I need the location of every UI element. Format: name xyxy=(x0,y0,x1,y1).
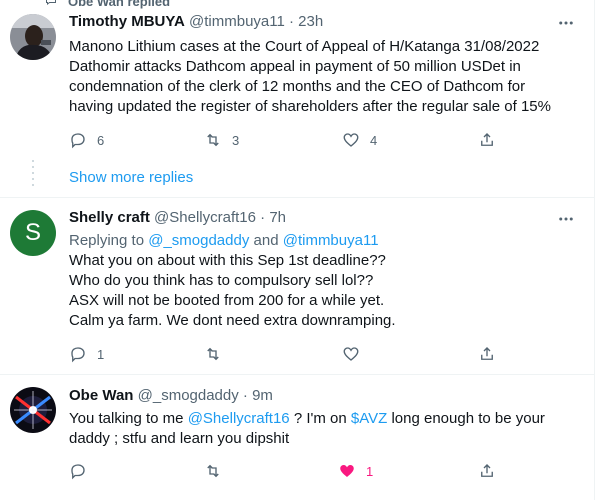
heart-icon xyxy=(343,347,359,361)
author-name[interactable]: Obe Wan xyxy=(69,387,133,404)
like-count: 4 xyxy=(370,132,378,148)
mention-link[interactable]: @Shellycraft16 xyxy=(188,410,290,427)
reply-button[interactable]: 6 xyxy=(69,130,104,150)
tweet-shelly[interactable]: S Shelly craft @Shellycraft16 · 7h Reply… xyxy=(0,198,594,374)
share-button[interactable] xyxy=(478,461,496,481)
tweet-line: Calm ya farm. We dont need extra downram… xyxy=(69,312,396,329)
reply-icon xyxy=(71,347,85,363)
like-button[interactable] xyxy=(342,344,360,364)
author-handle[interactable]: @timmbuya11 · 23h xyxy=(189,13,323,30)
retweet-button[interactable] xyxy=(204,344,222,364)
like-button[interactable]: 4 xyxy=(342,130,377,150)
avatar-shelly[interactable]: S xyxy=(10,210,56,256)
tweet-line: What you on about with this Sep 1st dead… xyxy=(69,252,386,269)
like-count: 1 xyxy=(366,463,374,479)
tweet-line: having updated the register of sharehold… xyxy=(69,98,551,115)
tweet-text: You talking to me @Shellycraft16 ? I'm o… xyxy=(69,409,579,449)
retweet-icon xyxy=(207,347,219,361)
author-handle[interactable]: @_smogdaddy · 9m xyxy=(138,387,273,404)
heart-icon xyxy=(343,133,359,147)
share-icon xyxy=(481,347,493,360)
avatar-timothy[interactable] xyxy=(10,14,56,60)
retweet-icon xyxy=(207,133,219,147)
tweet-text-segment: You talking to me xyxy=(69,410,188,427)
replying-to-label: Replying to xyxy=(69,232,149,249)
reply-button[interactable]: 1 xyxy=(69,344,104,364)
tweet-line: Dathomir attacks Dathcom appeal in payme… xyxy=(69,58,521,75)
tweet-line: You talking to me @Shellycraft16 ? I'm o… xyxy=(69,409,579,429)
mention-link[interactable]: @timmbuya11 xyxy=(283,232,379,249)
retweet-icon xyxy=(207,464,219,478)
heart-filled-icon xyxy=(340,465,354,477)
mention-link[interactable]: @_smogdaddy xyxy=(148,232,249,249)
share-button[interactable] xyxy=(478,344,496,364)
tweet-line: Manono Lithium cases at the Court of App… xyxy=(69,38,540,55)
author-name[interactable]: Timothy MBUYA xyxy=(69,13,185,30)
retweet-count: 3 xyxy=(232,132,240,148)
thread-connector-dots xyxy=(32,160,34,190)
reply-icon xyxy=(71,464,85,480)
share-icon xyxy=(481,464,493,477)
more-options-button[interactable] xyxy=(556,13,576,33)
more-icon xyxy=(559,217,573,221)
reply-count: 6 xyxy=(97,132,105,148)
timeline-right-border xyxy=(594,0,595,500)
avatar-letter: S xyxy=(24,219,41,246)
author-name[interactable]: Shelly craft xyxy=(69,209,150,226)
tweet-text: Manono Lithium cases at the Court of App… xyxy=(69,37,579,117)
tweet-text-segment: long enough to be your xyxy=(387,410,545,427)
reply-icon xyxy=(71,133,85,149)
share-button[interactable] xyxy=(478,130,496,150)
more-icon xyxy=(559,21,573,25)
retweet-button[interactable] xyxy=(204,461,222,481)
reply-count: 1 xyxy=(97,346,105,362)
tweet-line: daddy ; stfu and learn you dipshit xyxy=(69,430,290,447)
tweet-obe-wan[interactable]: Obe Wan @_smogdaddy · 9m You talking to … xyxy=(0,375,594,500)
author-handle[interactable]: @Shellycraft16 · 7h xyxy=(154,209,286,226)
tweet-line: ASX will not be booted from 200 for a wh… xyxy=(69,292,385,309)
tweet-line: Who do you think has to compulsory sell … xyxy=(69,272,374,289)
cashtag-link[interactable]: $AVZ xyxy=(351,410,387,427)
avatar-obe-wan[interactable] xyxy=(10,387,56,433)
tweet-text: What you on about with this Sep 1st dead… xyxy=(69,251,579,331)
replying-to-and: and xyxy=(249,232,283,249)
tweet-line: condemnation of the clerk of 12 months a… xyxy=(69,78,526,95)
reply-button[interactable] xyxy=(69,461,87,481)
retweet-button[interactable]: 3 xyxy=(204,130,239,150)
tweet-text-segment: ? I'm on xyxy=(289,410,351,427)
more-options-button[interactable] xyxy=(556,209,576,229)
replying-to: Replying to @_smogdaddy and @timmbuya11 xyxy=(69,231,579,251)
share-icon xyxy=(481,133,493,146)
like-button[interactable]: 1 xyxy=(338,461,373,481)
tweet-timothy[interactable]: Timothy MBUYA @timmbuya11 · 23h Manono L… xyxy=(0,0,594,160)
show-more-replies-link[interactable]: Show more replies xyxy=(69,169,193,186)
